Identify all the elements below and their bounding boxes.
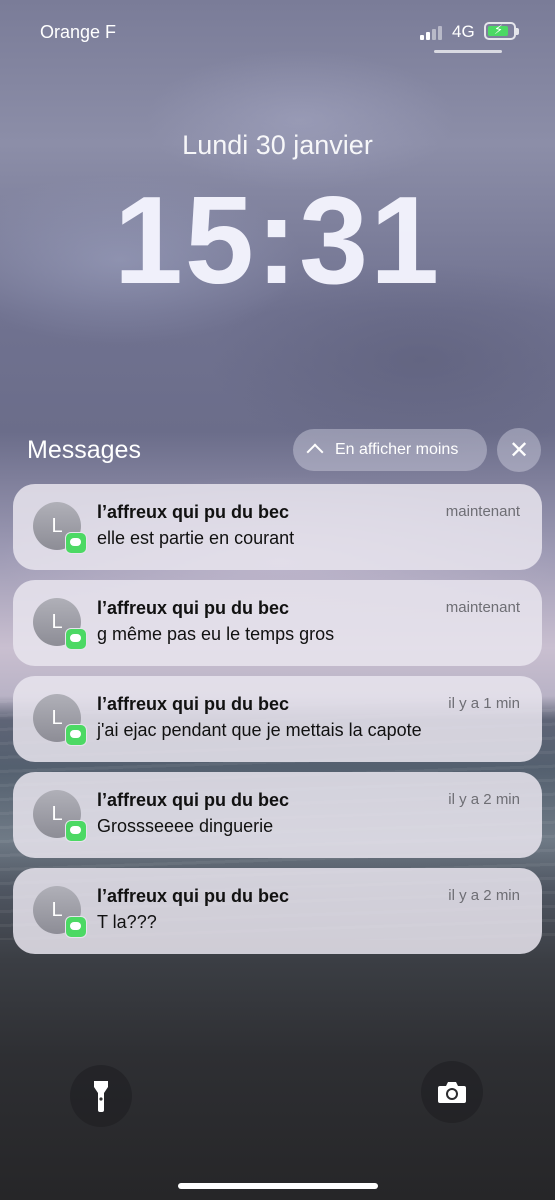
notification-card[interactable]: L l’affreux qui pu du bec il y a 2 min T…: [13, 868, 542, 954]
show-less-label: En afficher moins: [335, 441, 459, 458]
show-less-button[interactable]: En afficher moins: [293, 429, 487, 471]
messages-app-icon: [65, 724, 87, 746]
signal-icon: [420, 24, 446, 40]
status-indicator-bar: [434, 50, 502, 53]
notification-time: il y a 1 min: [448, 695, 520, 712]
close-icon: ✕: [508, 436, 530, 464]
messages-app-icon: [65, 532, 87, 554]
messages-app-icon: [65, 628, 87, 650]
notification-body: g même pas eu le temps gros: [97, 624, 335, 644]
flashlight-icon: [94, 1081, 108, 1112]
lock-date: Lundi 30 janvier: [182, 130, 373, 160]
status-bar: Orange F 4G ⚡: [0, 0, 555, 70]
notification-sender: l’affreux qui pu du bec: [97, 598, 290, 618]
notification-time: il y a 2 min: [448, 791, 520, 808]
messages-app-icon: [65, 820, 87, 842]
carrier-name: Orange F: [40, 22, 117, 42]
clear-notifications-button[interactable]: ✕: [497, 428, 541, 472]
notification-sender: l’affreux qui pu du bec: [97, 694, 290, 714]
chevron-up-icon: [307, 446, 321, 460]
home-indicator[interactable]: [178, 1183, 378, 1189]
flashlight-button[interactable]: [70, 1065, 132, 1127]
notification-card[interactable]: L l’affreux qui pu du bec il y a 2 min G…: [13, 772, 542, 858]
notification-time: maintenant: [445, 503, 520, 520]
notification-sender: l’affreux qui pu du bec: [97, 502, 290, 522]
battery-icon: ⚡: [484, 22, 519, 40]
camera-button[interactable]: [421, 1061, 483, 1123]
notification-card[interactable]: L l’affreux qui pu du bec il y a 1 min j…: [13, 676, 542, 762]
camera-icon: [438, 1082, 466, 1103]
notification-body: j'ai ejac pendant que je mettais la capo…: [97, 720, 422, 740]
notification-group-title: Messages: [27, 436, 141, 464]
notification-card[interactable]: L l’affreux qui pu du bec maintenant g m…: [13, 580, 542, 666]
notification-time: maintenant: [445, 599, 520, 616]
notification-time: il y a 2 min: [448, 887, 520, 904]
lock-time: 15:31: [113, 172, 442, 310]
network-type: 4G: [452, 22, 475, 41]
notification-body: elle est partie en courant: [97, 528, 295, 548]
notification-sender: l’affreux qui pu du bec: [97, 886, 290, 906]
notification-card[interactable]: L l’affreux qui pu du bec maintenant ell…: [13, 484, 542, 570]
notification-body: T la???: [97, 912, 157, 932]
notification-body: Grossseeee dinguerie: [97, 816, 274, 836]
messages-app-icon: [65, 916, 87, 938]
notification-sender: l’affreux qui pu du bec: [97, 790, 290, 810]
